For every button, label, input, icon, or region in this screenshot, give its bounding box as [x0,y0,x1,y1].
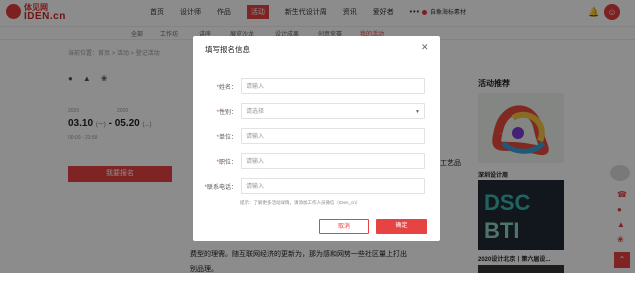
modal-hint: 提示：了解更多活动详情，请添加工作人员微信（IDen_cn） [240,200,361,205]
cancel-button[interactable]: 取消 [319,219,369,234]
modal-title: 填写报名信息 [205,45,250,54]
field-label: *姓名： [216,85,237,91]
form-row-name: *姓名： 请输入 [193,78,440,96]
bottom-strip [0,273,635,282]
close-icon[interactable]: ✕ [421,42,429,53]
company-input[interactable]: 请输入 [241,128,425,144]
position-input[interactable]: 请输入 [241,153,425,169]
gender-select[interactable]: 请选择 ▼ [241,103,425,119]
form-row-phone: *联系电话： 请输入 [193,178,440,196]
phone-input[interactable]: 请输入 [241,178,425,194]
form-row-position: *职位： 请输入 [193,153,440,171]
field-label: *联系电话： [204,185,237,191]
name-input[interactable]: 请输入 [241,78,425,94]
form-row-company: *单位： 请输入 [193,128,440,146]
dropdown-arrow-icon: ▼ [415,109,420,115]
registration-modal: 填写报名信息 ✕ *姓名： 请输入 *性别： 请选择 ▼ *单位： 请输入 *职位… [193,36,440,241]
form-row-gender: *性别： 请选择 ▼ [193,103,440,121]
field-label: *职位： [216,160,237,166]
field-label: *单位： [216,135,237,141]
field-label: *性别： [216,110,237,116]
confirm-button[interactable]: 确定 [376,219,427,234]
